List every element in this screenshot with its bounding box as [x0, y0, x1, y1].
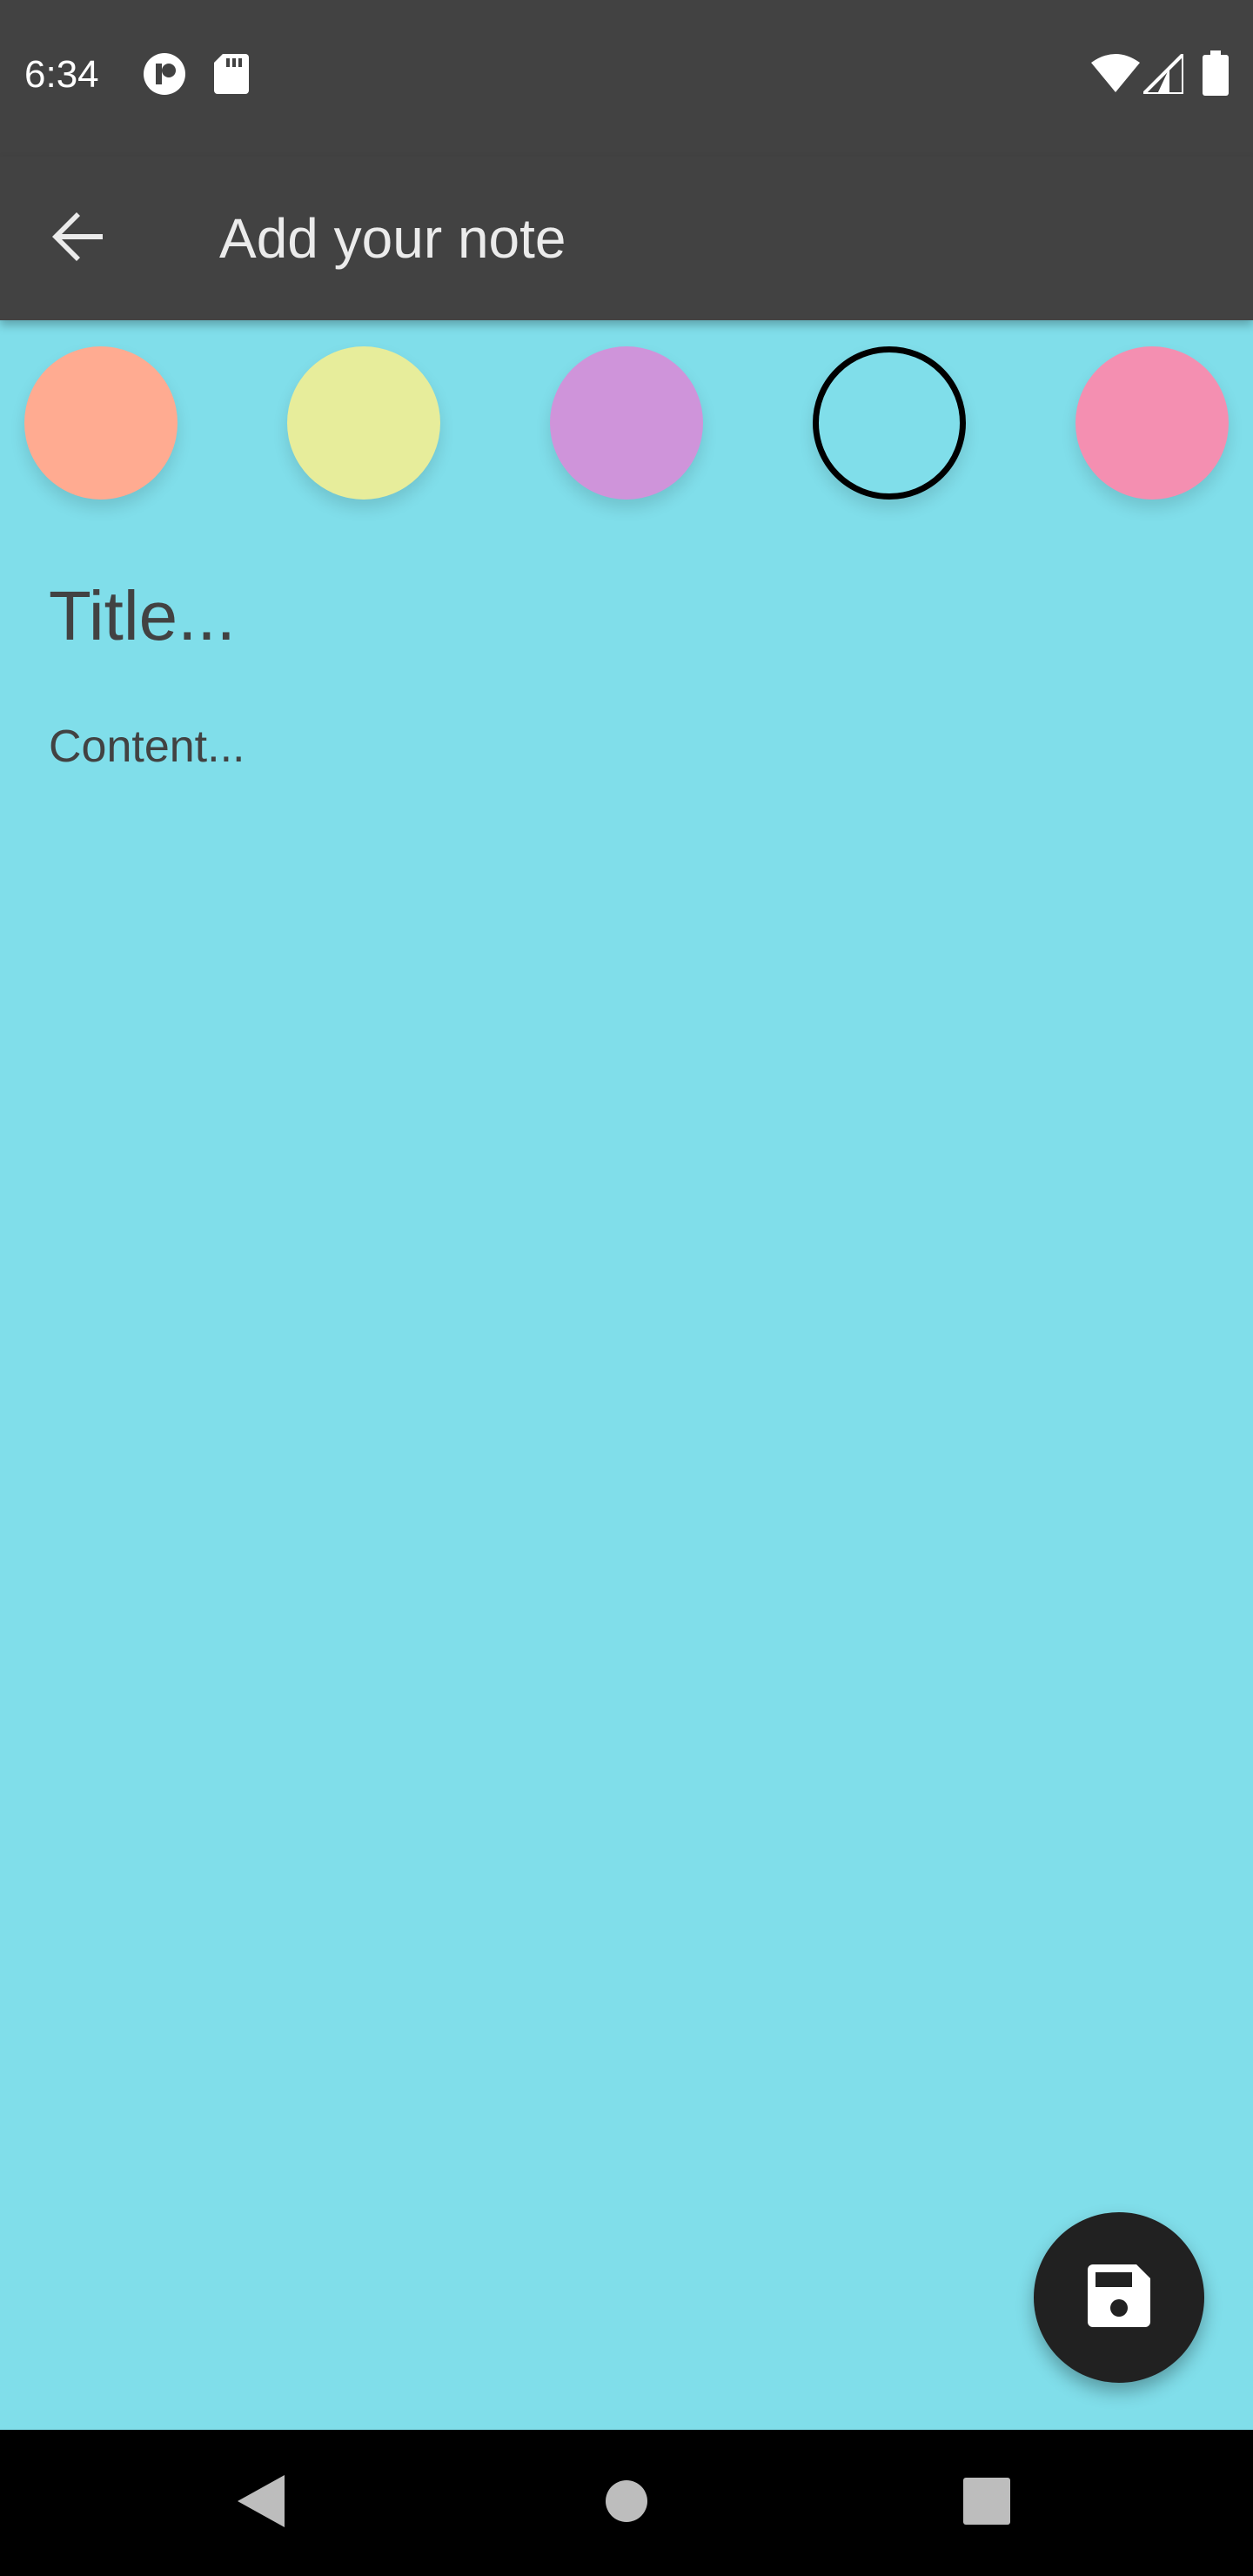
cellular-signal-icon: [1139, 50, 1185, 98]
arrow-back-icon: [50, 209, 106, 269]
back-triangle-icon: [238, 2474, 285, 2532]
color-swatch-purple[interactable]: [550, 346, 703, 500]
color-swatch-orange[interactable]: [24, 346, 178, 500]
nav-back-button[interactable]: [218, 2459, 305, 2546]
app-title: Add your note: [219, 207, 566, 270]
app-bar: Add your note: [0, 157, 1253, 320]
notification-app-icon: [143, 52, 186, 100]
note-editor: [0, 320, 1253, 2430]
color-swatch-pink[interactable]: [1075, 346, 1229, 500]
status-bar: 6:34: [0, 0, 1253, 157]
wifi-icon: [1091, 54, 1140, 98]
title-input[interactable]: [49, 573, 1197, 660]
status-time: 6:34: [24, 53, 99, 96]
color-swatch-yellow[interactable]: [287, 346, 440, 500]
recents-square-icon: [963, 2477, 1010, 2529]
nav-recents-button[interactable]: [943, 2459, 1030, 2546]
system-navigation-bar: [0, 2430, 1253, 2576]
content-input[interactable]: [49, 721, 1197, 2287]
battery-icon: [1203, 50, 1229, 100]
save-icon: [1088, 2264, 1150, 2331]
color-swatch-cyan-selected[interactable]: [813, 346, 966, 500]
nav-home-button[interactable]: [583, 2459, 670, 2546]
sd-card-icon: [214, 54, 249, 98]
back-button[interactable]: [35, 195, 122, 282]
home-circle-icon: [605, 2479, 648, 2527]
save-note-button[interactable]: [1034, 2212, 1204, 2383]
